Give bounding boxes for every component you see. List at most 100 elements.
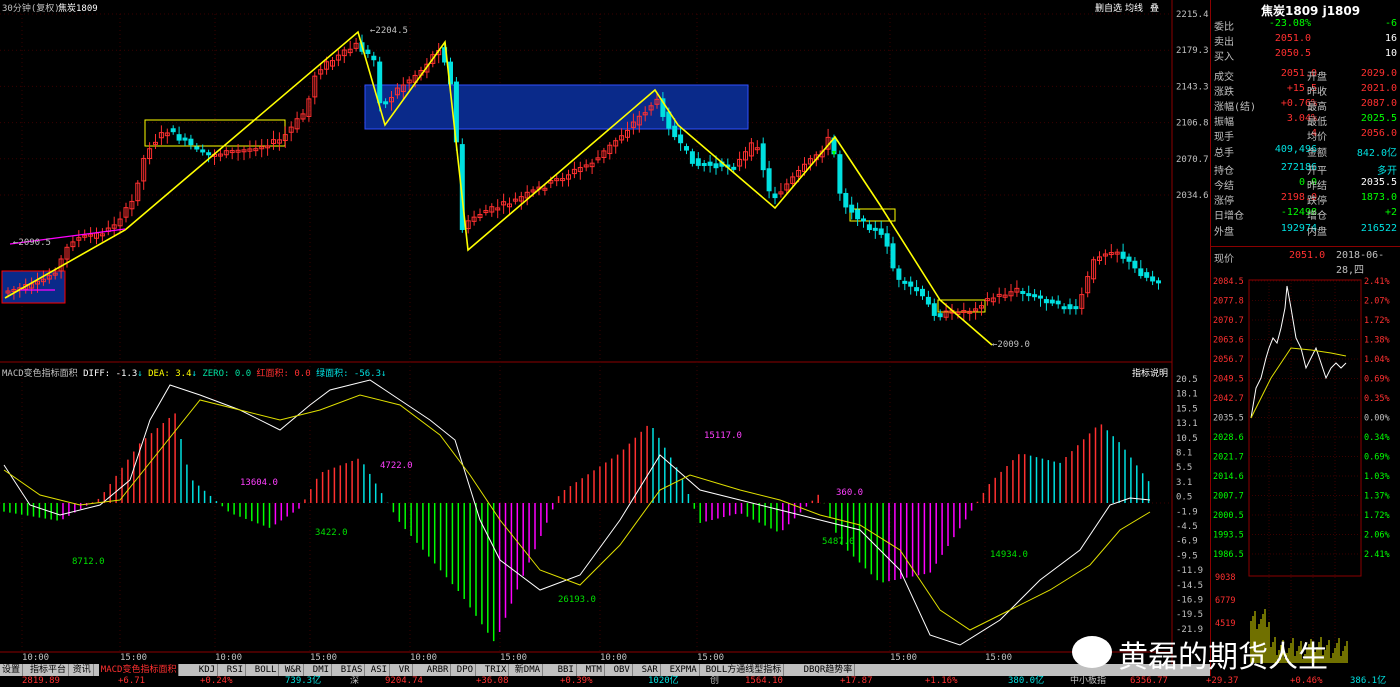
status-item: +17.87 — [840, 676, 873, 686]
tab-5[interactable]: RSI — [225, 664, 247, 676]
tab-4[interactable]: KDJ — [197, 664, 219, 676]
tab-11[interactable]: VR — [397, 664, 413, 676]
quote-row: 外盘 192974 内盘 216522 — [1211, 223, 1400, 238]
intraday-mini-chart[interactable]: 2084.5 2077.8 2070.7 2063.6 2056.7 2049.5 2042… — [1211, 268, 1400, 678]
overlay-button[interactable]: 叠 — [1150, 1, 1159, 14]
quote-label: 开盘 — [1307, 71, 1327, 83]
low-annotation: ←2009.0 — [992, 340, 1030, 350]
quote-label: 金额 — [1307, 147, 1327, 159]
mini-pct-tick: 1.72% — [1364, 316, 1390, 326]
time-label: 10:00 — [410, 653, 438, 663]
mini-pct-tick: 0.35% — [1364, 394, 1390, 404]
candle-body — [1073, 306, 1079, 310]
tab-20[interactable]: EXPMA — [668, 664, 700, 676]
status-item: 创 — [710, 676, 720, 686]
quote-label: 均价 — [1307, 132, 1327, 144]
macd-tick: -14.5 — [1176, 581, 1203, 591]
area-label: 5487.0 — [822, 537, 855, 547]
mini-pct-tick: 1.72% — [1364, 511, 1390, 521]
status-item: 1564.10 — [745, 676, 783, 686]
ma-button[interactable]: 均线 — [1125, 1, 1143, 14]
quote-row: 振幅 3.04% 最低 2025.5 — [1211, 113, 1400, 128]
mini-price-tick: 2070.7 — [1213, 316, 1244, 326]
candle-body — [855, 209, 861, 220]
tab-12[interactable]: ARBR — [425, 664, 452, 676]
tab-0[interactable]: 设置 — [0, 664, 24, 676]
tab-21[interactable]: BOLL方通线型指标 — [704, 664, 785, 676]
candle-body — [1144, 272, 1150, 278]
mini-pct-tick: 2.06% — [1364, 531, 1390, 541]
area-label: 3422.0 — [315, 528, 348, 538]
candle-body — [872, 227, 878, 231]
candle-body — [908, 281, 914, 287]
candle-body — [684, 146, 689, 151]
mini-price-tick: 2021.7 — [1213, 453, 1244, 463]
mini-pct-tick: 0.00% — [1364, 414, 1390, 424]
tab-15[interactable]: 新DMA — [513, 664, 544, 676]
candle-body — [766, 168, 772, 192]
tab-18[interactable]: OBV — [612, 664, 633, 676]
quote-label: 跌停 — [1307, 196, 1327, 208]
candle-body — [1026, 293, 1032, 297]
quote-row: 现手 4 均价 2056.0 — [1211, 128, 1400, 143]
tab-10[interactable]: ASI — [369, 664, 391, 676]
macd-tick: 0.5 — [1176, 493, 1192, 503]
macd-tick: -9.5 — [1176, 551, 1198, 561]
del-watch-button[interactable]: 删自选 — [1095, 1, 1122, 14]
candle-body — [866, 224, 872, 231]
candle-body — [1038, 295, 1043, 299]
tab-17[interactable]: MTM — [584, 664, 605, 676]
tab-13[interactable]: DPO — [455, 664, 477, 676]
quote-value: +2 — [1384, 207, 1397, 219]
mini-price-tick: 2014.6 — [1213, 472, 1244, 482]
quote-label: 最高 — [1307, 102, 1327, 113]
tab-2[interactable]: 资讯 — [71, 664, 94, 676]
status-item: 380.0亿 — [1008, 676, 1045, 686]
macd-tick: 13.1 — [1176, 419, 1198, 429]
tab-6[interactable]: BOLL — [253, 664, 280, 676]
tab-14[interactable]: TRIX — [483, 664, 510, 676]
time-label: 15:00 — [500, 653, 528, 663]
price-tick: 2070.7 — [1176, 155, 1209, 165]
macd-tick: -16.9 — [1176, 596, 1203, 606]
quote-value: 多开 — [1377, 165, 1397, 177]
kline-chart[interactable]: 2215.4 2179.3 2143.3 2106.8 2070.7 2034.6 20.5… — [0, 0, 1210, 664]
mini-pct-tick: 2.41% — [1364, 550, 1390, 560]
indicator-help-button[interactable]: 指标说明 — [1132, 366, 1168, 379]
quote-row: 委比 -23.08% -6 — [1211, 18, 1400, 33]
time-label: 15:00 — [890, 653, 918, 663]
macd-tick: 5.5 — [1176, 463, 1192, 473]
candle-body — [371, 55, 377, 61]
candle-body — [200, 149, 206, 153]
mini-avg-line — [1250, 347, 1347, 419]
quote-row: 总手 409,496 金额 842.0亿 — [1211, 144, 1400, 159]
status-item: 深 — [350, 676, 360, 686]
tab-1[interactable]: 指标平台 — [28, 664, 70, 676]
tab-22[interactable]: DBQR趋势率 — [802, 664, 856, 676]
high-annotation: ←2204.5 — [370, 26, 408, 36]
mini-price-tick: 2056.7 — [1213, 355, 1244, 365]
tab-9[interactable]: BIAS — [339, 664, 366, 676]
quote-row: 成交 2051.0 开盘 2029.0 — [1211, 68, 1400, 83]
tab-8[interactable]: DMI — [311, 664, 333, 676]
quote-label: 外盘 — [1214, 226, 1234, 238]
status-item: 中小板指 — [1070, 676, 1107, 686]
tab-7[interactable]: W&R — [283, 664, 305, 676]
tab-19[interactable]: SAR — [640, 664, 661, 676]
area-label: 360.0 — [836, 488, 864, 498]
tab-16[interactable]: BBI — [556, 664, 577, 676]
quote-label: 增仓 — [1307, 211, 1327, 223]
quote-label: 涨幅(结) — [1214, 102, 1257, 113]
tab-3[interactable]: MACD变色指标面积 — [98, 664, 180, 676]
status-item: 1020亿 — [648, 676, 679, 686]
quote-row: 买入 2050.5 10 — [1211, 48, 1400, 63]
macd-diff: DIFF: -1.3 — [83, 369, 138, 379]
candle-body — [365, 49, 371, 55]
candle-body — [914, 287, 920, 292]
mini-pct-tick: 0.69% — [1364, 453, 1390, 463]
quote-label: 内盘 — [1307, 226, 1327, 238]
quote-label: 昨结 — [1307, 181, 1327, 192]
macd-tick: 10.5 — [1176, 434, 1198, 444]
quote-value: 2025.5 — [1360, 113, 1397, 125]
candle-body — [920, 288, 925, 297]
